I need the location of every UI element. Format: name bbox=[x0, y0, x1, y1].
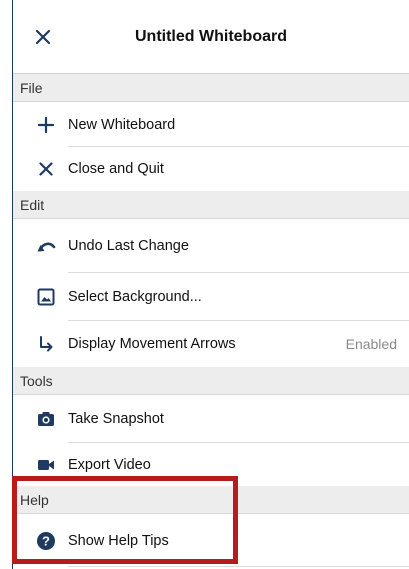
image-icon bbox=[35, 286, 57, 308]
menu-item-take-snapshot[interactable]: Take Snapshot bbox=[13, 395, 409, 443]
camera-icon bbox=[35, 408, 57, 430]
menu-item-display-movement-arrows[interactable]: Display Movement Arrows Enabled bbox=[13, 321, 409, 367]
menu-item-label: New Whiteboard bbox=[68, 116, 176, 133]
menu-item-export-video[interactable]: Export Video bbox=[13, 443, 409, 486]
menu-header: Untitled Whiteboard bbox=[13, 0, 409, 74]
menu-item-label: Export Video bbox=[68, 456, 151, 473]
help-circle-icon: ? bbox=[35, 530, 57, 552]
status-value: Enabled bbox=[345, 336, 397, 352]
menu-item-select-background[interactable]: Select Background... bbox=[13, 273, 409, 321]
menu-item-label: Undo Last Change bbox=[68, 238, 189, 254]
video-camera-icon bbox=[35, 454, 57, 476]
section-header-tools: Tools bbox=[13, 367, 409, 395]
menu-item-close-and-quit[interactable]: Close and Quit bbox=[13, 147, 409, 191]
menu-item-label: Show Help Tips bbox=[68, 532, 169, 549]
close-icon[interactable] bbox=[35, 29, 51, 45]
menu-item-undo-last-change[interactable]: Undo Last Change bbox=[13, 219, 409, 273]
arrow-down-right-icon bbox=[35, 333, 57, 355]
undo-icon bbox=[35, 235, 57, 257]
menu-item-label: Display Movement Arrows bbox=[68, 336, 236, 352]
divider bbox=[68, 566, 409, 567]
section-header-help: Help bbox=[13, 486, 409, 514]
menu-panel: Untitled Whiteboard File New Whiteboard … bbox=[12, 0, 409, 569]
x-icon bbox=[35, 158, 57, 180]
menu-item-label: Close and Quit bbox=[68, 161, 164, 177]
menu-item-label: Select Background... bbox=[68, 289, 202, 305]
menu-item-new-whiteboard[interactable]: New Whiteboard bbox=[13, 102, 409, 147]
svg-text:?: ? bbox=[42, 533, 50, 548]
plus-icon bbox=[35, 114, 57, 136]
section-header-file: File bbox=[13, 74, 409, 102]
menu-item-label: Take Snapshot bbox=[68, 411, 164, 427]
page-title: Untitled Whiteboard bbox=[135, 27, 287, 45]
section-header-edit: Edit bbox=[13, 191, 409, 219]
menu-item-show-help-tips[interactable]: ? Show Help Tips bbox=[13, 514, 409, 567]
